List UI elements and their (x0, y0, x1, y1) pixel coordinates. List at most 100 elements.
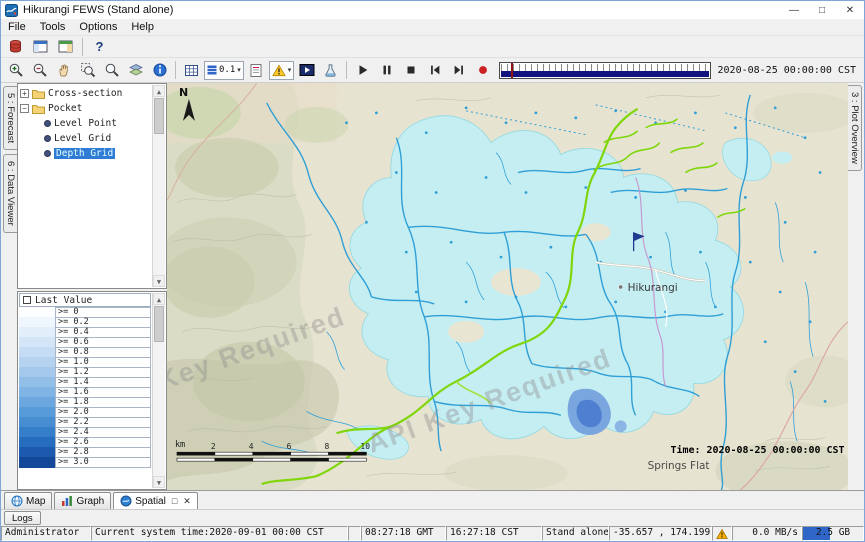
maximize-button[interactable]: □ (808, 1, 836, 19)
movie-screen-icon (299, 63, 315, 77)
go-to-start-button[interactable] (423, 60, 446, 80)
zoom-out-button[interactable] (28, 60, 51, 80)
stop-button[interactable] (399, 60, 422, 80)
layer-grid-icon (44, 150, 51, 157)
tree-row[interactable]: Level Grid (20, 131, 151, 146)
info-button[interactable] (148, 60, 171, 80)
help-icon: ? (96, 39, 104, 54)
legend-scrollbar[interactable]: ▲ ▼ (152, 293, 165, 488)
tree-row[interactable]: + Cross-section (20, 86, 151, 101)
grid-display-button[interactable] (180, 60, 203, 80)
zoom-full-extent-button[interactable] (100, 60, 123, 80)
layout-panel-button[interactable] (54, 37, 77, 57)
toolbar-separator (346, 61, 347, 79)
tab-plot-overview[interactable]: 3 : Plot Overview (848, 85, 862, 171)
app-window: Hikurangi FEWS (Stand alone) — □ ✕ File … (0, 0, 865, 542)
record-icon (476, 63, 490, 77)
grid-class-dropdown[interactable]: 0.1 ▾ (204, 61, 244, 80)
warning-icon (272, 64, 286, 77)
map-time-label: Time: 2020-08-25 00:00:00 CST (671, 444, 845, 456)
scrollbar-thumb[interactable] (154, 98, 164, 134)
tree-row[interactable]: − Pocket (20, 101, 151, 116)
menu-help[interactable]: Help (124, 20, 161, 34)
layers-button[interactable] (124, 60, 147, 80)
window-title: Hikurangi FEWS (Stand alone) (23, 4, 173, 16)
database-icon (8, 39, 23, 54)
tab-spatial-label: Spatial (135, 496, 166, 507)
legend-row: >= 3.0 (19, 457, 151, 468)
skip-to-end-icon (452, 63, 466, 77)
spatial-icon (120, 495, 132, 507)
scale-tick: 2 (211, 442, 216, 451)
north-label: N (179, 86, 188, 99)
profile-document-icon (249, 63, 263, 78)
collapse-icon[interactable]: − (20, 104, 29, 113)
globe-icon (11, 495, 23, 507)
legend-title: Last Value (35, 295, 92, 306)
status-bar: Administrator Current system time:2020-0… (1, 526, 864, 541)
animation-button[interactable] (295, 60, 318, 80)
status-user: Administrator (1, 526, 91, 541)
go-to-end-button[interactable] (447, 60, 470, 80)
database-button[interactable] (4, 37, 27, 57)
time-slider-marker[interactable] (511, 63, 513, 78)
zoom-region-icon (80, 62, 96, 78)
tab-close-icon[interactable]: ✕ (183, 496, 191, 507)
map-canvas[interactable]: Hikurangi Springs Flat API Key Required … (167, 83, 848, 490)
expand-icon[interactable]: + (20, 89, 29, 98)
zoom-in-icon (8, 62, 24, 78)
play-button[interactable] (351, 60, 374, 80)
tab-graph[interactable]: Graph (54, 492, 111, 509)
zoom-region-button[interactable] (76, 60, 99, 80)
close-button[interactable]: ✕ (836, 1, 864, 19)
status-warning[interactable] (712, 526, 732, 541)
export-button[interactable] (319, 60, 342, 80)
tree-item-level-point: Level Point (54, 118, 117, 129)
menu-file[interactable]: File (1, 20, 33, 34)
tab-map[interactable]: Map (4, 492, 52, 509)
last-value-checkbox[interactable] (23, 296, 31, 304)
status-mode: Stand alone (542, 526, 609, 541)
pan-button[interactable] (52, 60, 75, 80)
tree-row[interactable]: Level Point (20, 116, 151, 131)
scroll-up-icon[interactable]: ▲ (153, 85, 165, 97)
logs-button[interactable]: Logs (4, 511, 41, 525)
scale-tick: 8 (325, 442, 330, 451)
locality-label: Springs Flat (648, 460, 710, 472)
status-system-time: Current system time:2020-09-01 00:00 CST (91, 526, 348, 541)
scroll-down-icon[interactable]: ▼ (153, 275, 165, 287)
profile-button[interactable] (245, 60, 268, 80)
grid-icon (184, 63, 199, 78)
status-local-time: 16:27:18 CST (446, 526, 542, 541)
chevron-down-icon: ▾ (237, 66, 241, 74)
left-tab-strip: 5 : Forecast 6 : Data Viewer (1, 83, 17, 490)
tab-data-viewer[interactable]: 6 : Data Viewer (3, 154, 17, 233)
flask-icon (323, 63, 338, 78)
record-button[interactable] (471, 60, 494, 80)
minimize-button[interactable]: — (780, 1, 808, 19)
warning-threshold-dropdown[interactable]: ▾ (269, 61, 295, 80)
tree-row[interactable]: Depth Grid (20, 146, 151, 161)
menu-tools[interactable]: Tools (33, 20, 73, 34)
tab-restore-icon[interactable]: □ (172, 496, 177, 506)
scrollbar-thumb[interactable] (154, 306, 164, 342)
scroll-up-icon[interactable]: ▲ (153, 293, 165, 305)
tab-spatial[interactable]: Spatial □ ✕ (113, 492, 198, 509)
layout-panel-icon (58, 39, 73, 54)
tab-forecast[interactable]: 5 : Forecast (3, 86, 17, 150)
menu-options[interactable]: Options (72, 20, 124, 34)
scale-unit-label: km (175, 439, 185, 449)
legend-header: Last Value (19, 293, 151, 307)
help-button[interactable]: ? (88, 37, 111, 57)
pause-button[interactable] (375, 60, 398, 80)
scroll-down-icon[interactable]: ▼ (153, 476, 165, 488)
explorer-panel-button[interactable] (29, 37, 52, 57)
town-marker (618, 285, 622, 289)
status-spacer (348, 526, 361, 541)
zoom-full-extent-icon (104, 62, 120, 78)
tree-scrollbar[interactable]: ▲ ▼ (152, 85, 165, 287)
zoom-out-icon (32, 62, 48, 78)
time-slider[interactable] (499, 62, 710, 79)
zoom-in-button[interactable] (4, 60, 27, 80)
layer-point-icon (44, 120, 51, 127)
